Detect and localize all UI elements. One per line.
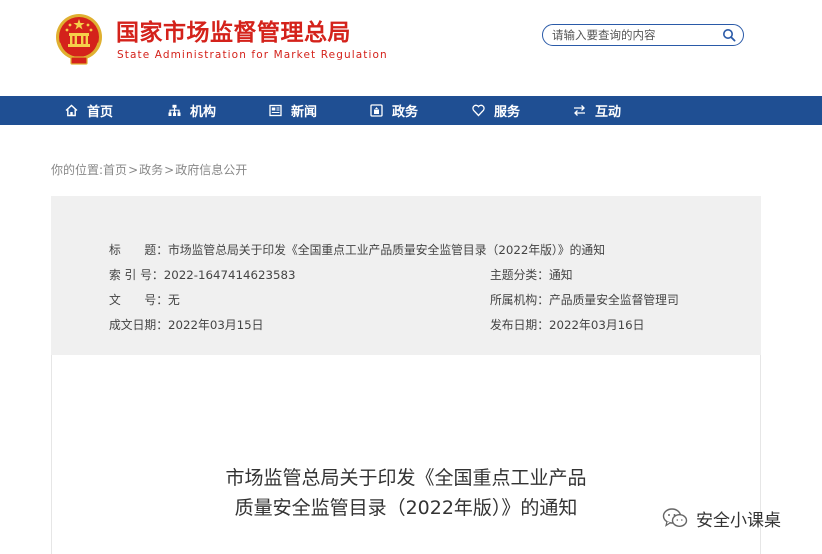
site-header: 国家市场监督管理总局 State Administration for Mark… [0, 0, 822, 96]
search-input[interactable] [552, 27, 717, 43]
breadcrumb-prefix: 你的位置: [51, 163, 104, 177]
nav-label-organization: 机构 [190, 105, 217, 120]
meta-category-row: 主题分类：通知 [490, 266, 573, 283]
breadcrumb-separator: > [128, 163, 139, 177]
nav-item-interaction[interactable]: 互动 [573, 96, 621, 125]
meta-index-row: 索 引 号：2022-1647414623583 [109, 266, 296, 283]
heart-icon [472, 104, 485, 117]
breadcrumb-separator: > [164, 163, 175, 177]
chat-bubble-icon [662, 508, 688, 528]
nav-label-interaction: 互动 [595, 105, 622, 120]
document-heading: 市场监管总局关于印发《全国重点工业产品 质量安全监管目录（2022年版）》的通知 [52, 463, 760, 523]
meta-published-label: 发布日期： [490, 318, 549, 332]
main-nav: 首页 机构 新闻 政务 服务 互动 [0, 96, 822, 125]
document-heading-line-2: 质量安全监管目录（2022年版）》的通知 [234, 497, 578, 519]
breadcrumb-info-disclosure[interactable]: 政府信息公开 [175, 163, 247, 177]
meta-created-value: 2022年03月15日 [168, 318, 264, 332]
meta-title-value: 市场监管总局关于印发《全国重点工业产品质量安全监管目录（2022年版）》的通知 [168, 243, 606, 257]
meta-category-label: 主题分类： [490, 268, 549, 282]
meta-created-label: 成文日期： [109, 318, 168, 332]
document-content: 市场监管总局关于印发《全国重点工业产品 质量安全监管目录（2022年版）》的通知 [51, 355, 761, 554]
meta-title-row: 标 题：市场监管总局关于印发《全国重点工业产品质量安全监管目录（2022年版）》… [109, 241, 605, 258]
search-icon[interactable] [722, 28, 736, 42]
national-emblem-logo[interactable] [55, 13, 103, 65]
meta-created-row: 成文日期：2022年03月15日 [109, 316, 263, 333]
meta-category-value: 通知 [549, 268, 573, 282]
nav-label-services: 服务 [494, 105, 521, 120]
org-chart-icon [168, 104, 181, 116]
meta-published-row: 发布日期：2022年03月16日 [490, 316, 644, 333]
meta-index-value: 2022-1647414623583 [163, 268, 296, 282]
exchange-arrows-icon [574, 105, 585, 116]
wechat-watermark: 安全小课桌 [662, 505, 781, 531]
meta-title-label: 标 题： [109, 243, 168, 257]
meta-org-label: 所属机构： [490, 293, 549, 307]
nav-item-services[interactable]: 服务 [472, 96, 520, 125]
nav-item-home[interactable]: 首页 [65, 96, 113, 125]
watermark-text: 安全小课桌 [696, 510, 781, 531]
meta-docno-label: 文 号： [109, 293, 168, 307]
document-heading-line-1: 市场监管总局关于印发《全国重点工业产品 [225, 467, 587, 489]
nav-item-organization[interactable]: 机构 [168, 96, 216, 125]
meta-org-row: 所属机构：产品质量安全监督管理司 [490, 291, 679, 308]
nav-item-news[interactable]: 新闻 [269, 96, 317, 125]
nav-label-government-affairs: 政务 [392, 105, 419, 120]
nav-item-government-affairs[interactable]: 政务 [370, 96, 418, 125]
agency-title-english: State Administration for Market Regulati… [117, 49, 388, 61]
breadcrumb-government-affairs[interactable]: 政务 [139, 163, 163, 177]
agency-title: 国家市场监督管理总局 [116, 20, 351, 46]
home-icon [65, 104, 78, 117]
nav-label-home: 首页 [87, 105, 114, 120]
government-affairs-icon [370, 104, 383, 117]
meta-org-value: 产品质量安全监督管理司 [549, 293, 679, 307]
nav-label-news: 新闻 [291, 105, 318, 120]
search-box [542, 24, 744, 46]
news-icon [269, 104, 282, 117]
meta-docno-value: 无 [168, 293, 180, 307]
breadcrumb-home[interactable]: 首页 [103, 163, 127, 177]
meta-published-value: 2022年03月16日 [549, 318, 645, 332]
meta-docno-row: 文 号：无 [109, 291, 180, 308]
breadcrumb: 你的位置:首页>政务>政府信息公开 [51, 161, 247, 178]
document-meta-panel: 标 题：市场监管总局关于印发《全国重点工业产品质量安全监管目录（2022年版）》… [51, 196, 761, 355]
meta-index-label: 索 引 号： [109, 268, 164, 282]
